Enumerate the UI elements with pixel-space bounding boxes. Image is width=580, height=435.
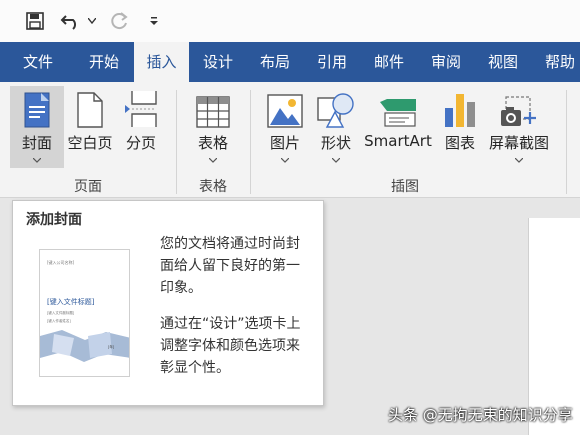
- document-page[interactable]: [528, 218, 580, 435]
- smartart-icon: [379, 86, 417, 128]
- redo-icon[interactable]: [106, 6, 132, 36]
- tooltip-title: 添加封面: [26, 212, 82, 228]
- cover-page-preview: [键入公司名称] [键入文件标题] [键入文件副标题] [键入作者姓名] [年]: [39, 249, 130, 377]
- group-label-tables: 表格: [199, 179, 227, 195]
- customize-icon[interactable]: [144, 6, 164, 36]
- table-button[interactable]: 表格: [186, 86, 240, 168]
- page-break-button[interactable]: 分页: [118, 86, 164, 168]
- screenshot-icon: [500, 86, 538, 128]
- tooltip-description: 您的文档将通过时尚封 面给人留下良好的第一 印象。: [160, 233, 320, 299]
- smartart-button[interactable]: SmartArt: [364, 86, 432, 168]
- cover-page-icon: [24, 86, 50, 128]
- tooltip-line: 面给人留下良好的第一: [160, 258, 300, 274]
- chevron-down-icon: [514, 156, 524, 166]
- tab-layout[interactable]: 布局: [247, 42, 303, 82]
- tab-references[interactable]: 引用: [304, 42, 360, 82]
- tab-mailings[interactable]: 邮件: [361, 42, 417, 82]
- undo-dropdown-icon[interactable]: [86, 6, 98, 36]
- save-icon[interactable]: [22, 6, 48, 36]
- thumb-title: [键入文件标题]: [47, 297, 95, 306]
- ribbon-tab-strip: 文件 开始 插入 设计 布局 引用 邮件 审阅 视图 帮助: [0, 42, 580, 82]
- group-label-pages: 页面: [74, 179, 102, 195]
- shapes-icon: [317, 86, 355, 128]
- smartart-label: SmartArt: [364, 132, 432, 150]
- tooltip-line: 通过在“设计”选项卡上: [160, 316, 301, 332]
- screenshot-label: 屏幕截图: [488, 134, 549, 152]
- tooltip-line: 印象。: [160, 280, 202, 296]
- picture-label: 图片: [269, 134, 300, 152]
- screenshot-button[interactable]: 屏幕截图: [486, 86, 552, 168]
- group-separator: [566, 90, 567, 194]
- tooltip-description: 通过在“设计”选项卡上 调整字体和颜色选项来 彰显个性。: [160, 313, 320, 379]
- blank-page-icon: [77, 86, 103, 128]
- quick-access-toolbar: [0, 0, 580, 42]
- chart-button[interactable]: 图表: [438, 86, 482, 168]
- chevron-down-icon: [280, 156, 290, 166]
- thumb-year: [年]: [108, 344, 115, 349]
- thumb-author: [键入作者姓名]: [47, 318, 71, 323]
- chevron-down-icon: [331, 156, 341, 166]
- tab-design[interactable]: 设计: [190, 42, 246, 82]
- undo-icon[interactable]: [58, 6, 84, 36]
- chart-label: 图表: [444, 134, 475, 152]
- chevron-down-icon: [32, 156, 42, 166]
- cover-page-button[interactable]: 封面: [10, 86, 64, 168]
- chevron-down-icon: [208, 156, 218, 166]
- chart-icon: [443, 86, 477, 128]
- thumb-subtitle: [键入文件副标题]: [47, 310, 75, 315]
- tooltip-line: 调整字体和颜色选项来: [160, 338, 300, 354]
- blank-page-button[interactable]: 空白页: [64, 86, 116, 168]
- picture-icon: [267, 86, 303, 128]
- tab-review[interactable]: 审阅: [418, 42, 474, 82]
- group-separator: [250, 90, 251, 194]
- tab-insert[interactable]: 插入: [134, 42, 189, 82]
- table-label: 表格: [197, 134, 228, 152]
- tooltip-line: 您的文档将通过时尚封: [160, 236, 300, 252]
- ribbon: 封面 空白页 分页 页面 表格 表格 图片 形状 SmartArt 图表 屏幕截…: [0, 82, 580, 198]
- blank-page-label: 空白页: [67, 134, 113, 152]
- group-separator: [176, 90, 177, 194]
- tab-view[interactable]: 视图: [475, 42, 531, 82]
- tab-home[interactable]: 开始: [76, 42, 132, 82]
- shapes-button[interactable]: 形状: [312, 86, 360, 168]
- page-break-icon: [124, 86, 158, 128]
- tab-help[interactable]: 帮助: [532, 42, 580, 82]
- cover-page-label: 封面: [21, 134, 52, 152]
- picture-button[interactable]: 图片: [260, 86, 310, 168]
- table-icon: [196, 86, 230, 128]
- page-break-label: 分页: [125, 134, 156, 152]
- thumb-company: [键入公司名称]: [47, 259, 75, 265]
- shapes-label: 形状: [320, 134, 351, 152]
- tab-file[interactable]: 文件: [10, 42, 66, 82]
- group-label-illustrations: 插图: [391, 179, 419, 195]
- tooltip-line: 彰显个性。: [160, 360, 230, 376]
- watermark: 头条 @无拘无束的知识分享: [388, 406, 573, 424]
- cover-page-tooltip: 添加封面 [键入公司名称] [键入文件标题] [键入文件副标题] [键入作者姓名…: [12, 200, 324, 406]
